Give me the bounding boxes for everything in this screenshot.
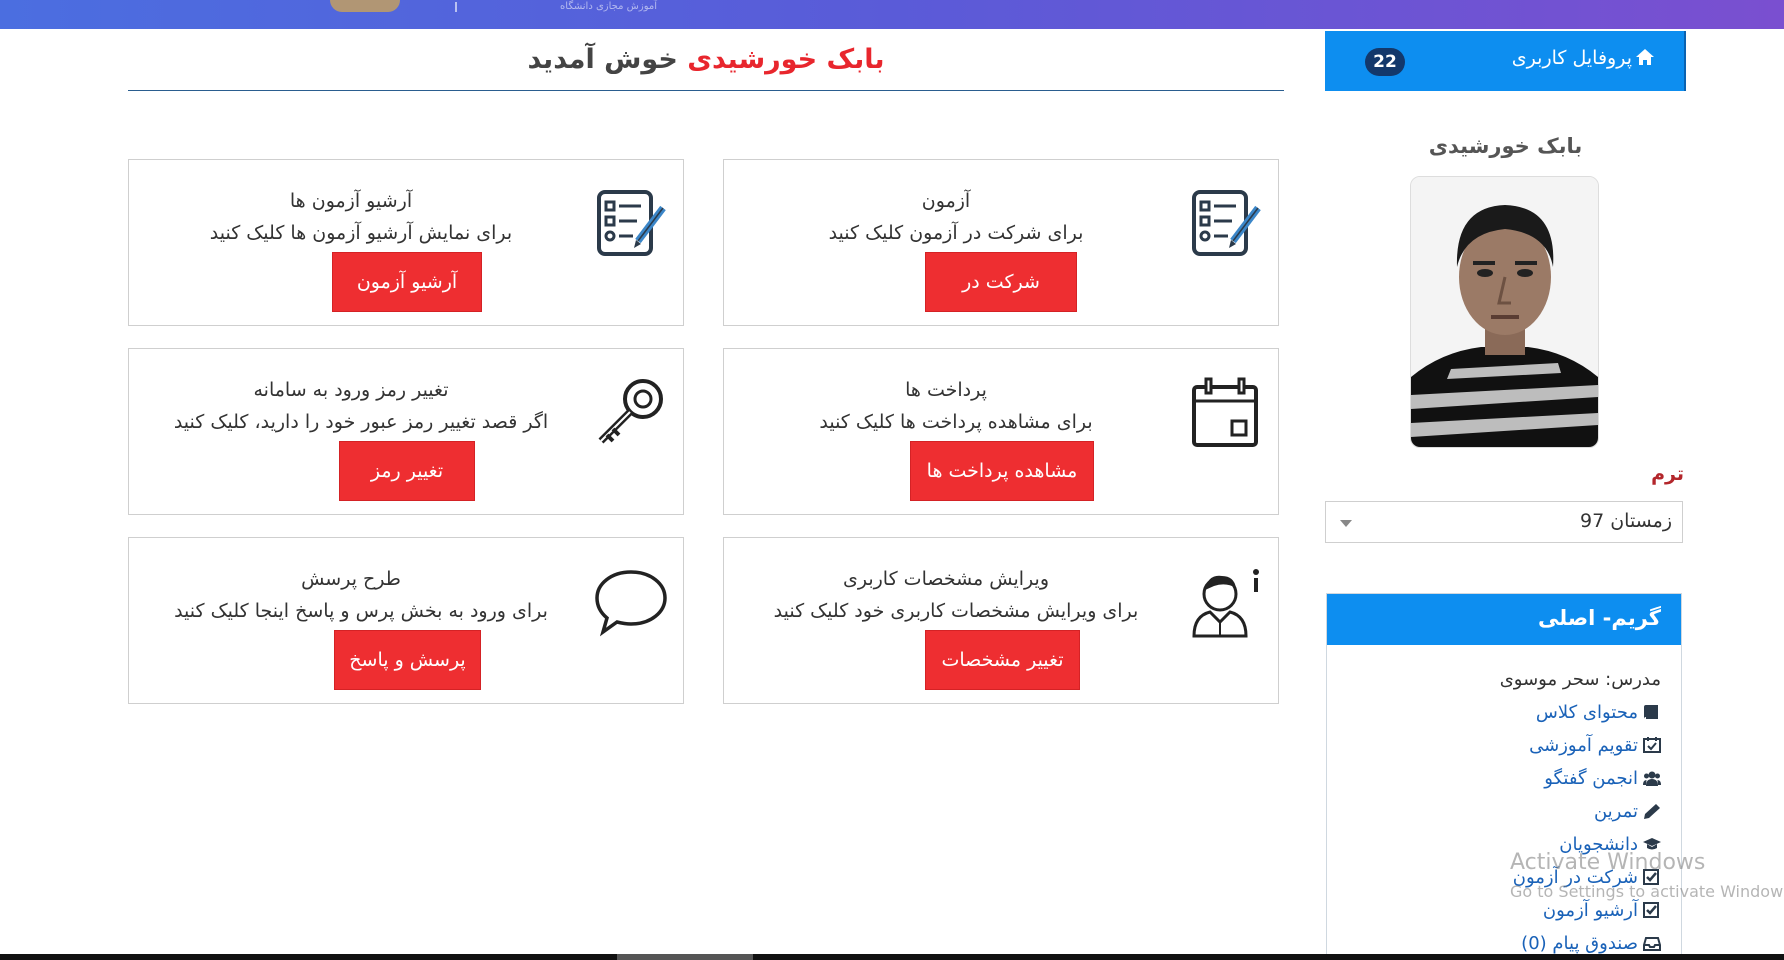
menu-label: آرشیو آزمون [1542, 900, 1638, 921]
edit-profile-card: ویرایش مشخصات کاربری برای ویرایش مشخصات … [723, 537, 1279, 704]
change-password-card-desc: اگر قصد تغییر رمز عبور خود را دارید، کلی… [173, 411, 549, 433]
question-card: طرح پرسش برای ورود به بخش پرس و پاسخ این… [128, 537, 684, 704]
users-icon [1643, 771, 1661, 786]
edit-profile-card-title: ویرایش مشخصات کاربری [842, 568, 1049, 590]
calendar-icon [1192, 377, 1258, 447]
exam-card-desc: برای شرکت در آزمون کلیک کنید [828, 222, 1084, 244]
edit-profile-card-desc: برای ویرایش مشخصات کاربری خود کلیک کنید [773, 600, 1139, 622]
menu-exam-archive[interactable]: آرشیو آزمون [1543, 900, 1661, 921]
speech-bubble-icon [595, 570, 667, 637]
menu-label: انجمن گفتگو [1544, 768, 1638, 789]
question-card-title: طرح پرسش [301, 568, 401, 590]
question-card-desc: برای ورود به بخش پرس و پاسخ اینجا کلیک ک… [174, 600, 548, 622]
chevron-down-icon [1340, 520, 1352, 527]
book-icon [1644, 705, 1658, 719]
welcome-user-name: بابک خورشیدی [687, 44, 885, 75]
taskbar-strip [0, 954, 1784, 960]
exam-archive-card-title: آرشیو آزمون ها [289, 190, 413, 212]
take-exam-button[interactable]: شرکت در آزمون [925, 252, 1077, 351]
payments-card-title: پرداخت ها [905, 379, 987, 401]
user-profile-header[interactable]: پروفایل کاربری 22 [1325, 31, 1686, 91]
key-icon [598, 379, 663, 444]
menu-exercise[interactable]: تمرین [1594, 801, 1661, 822]
welcome-text: خوش آمدید [527, 44, 678, 75]
exam-archive-card-desc: برای نمایش آرشیو آزمون ها کلیک کنید [209, 222, 513, 244]
term-label: ترم [1651, 463, 1684, 485]
user-info-icon [1192, 569, 1259, 638]
group-title: گریم- اصلی [1538, 606, 1661, 630]
menu-label: محتوای کلاس [1535, 702, 1638, 723]
exam-card: آزمون برای شرکت در آزمون کلیک کنید شرکت … [723, 159, 1279, 351]
check-square-icon [1643, 902, 1659, 918]
exam-card-title: آزمون [921, 190, 971, 212]
menu-label: صندوق پیام (0) [1521, 933, 1638, 954]
group-panel: گریم- اصلی مدرس: سحر موسوی محتوای کلاس ت… [1326, 593, 1682, 960]
qa-button[interactable]: پرسش و پاسخ [334, 630, 481, 690]
pencil-icon [1644, 804, 1660, 819]
menu-calendar[interactable]: تقویم آموزشی [1529, 735, 1661, 756]
banner-faded-text: آموزش مجازی دانشگاه [455, 2, 661, 12]
welcome-heading: بابک خورشیدی خوش آمدید [128, 40, 1284, 91]
home-icon [1636, 49, 1654, 65]
payments-card-desc: برای مشاهده پرداخت ها کلیک کنید [819, 411, 1093, 433]
notification-badge: 22 [1365, 48, 1405, 76]
top-banner: آموزش مجازی دانشگاه [0, 0, 1784, 29]
calendar-check-icon [1643, 737, 1661, 753]
activation-watermark-title: Activate Windows [1510, 850, 1706, 875]
sidebar-user-name: بابک خورشیدی [1428, 134, 1583, 158]
menu-label: تمرین [1593, 801, 1638, 822]
taskbar-segment [617, 954, 753, 960]
activation-watermark-subtitle: Go to Settings to activate Windows. [1510, 882, 1784, 901]
term-selected-value: زمستان 97 [1579, 510, 1672, 532]
view-payments-button[interactable]: مشاهده پرداخت ها [910, 441, 1094, 501]
edit-details-button[interactable]: تغییر مشخصات [925, 630, 1080, 690]
teacher-name: مدرس: سحر موسوی [1499, 669, 1661, 690]
avatar [1410, 176, 1599, 448]
avatar-photo [1411, 177, 1598, 447]
menu-inbox[interactable]: صندوق پیام (0) [1521, 933, 1661, 954]
menu-forum[interactable]: انجمن گفتگو [1544, 768, 1661, 789]
group-title-bar: گریم- اصلی [1327, 594, 1681, 645]
payments-card: پرداخت ها برای مشاهده پرداخت ها کلیک کنی… [723, 348, 1279, 515]
change-password-card: تغییر رمز ورود به سامانه اگر قصد تغییر ر… [128, 348, 684, 540]
term-select[interactable]: زمستان 97 [1325, 501, 1683, 543]
checklist-icon [597, 190, 666, 256]
exam-archive-button[interactable]: آرشیو آزمون ها [332, 252, 482, 351]
user-profile-label: پروفایل کاربری [1512, 47, 1654, 69]
change-password-card-title: تغییر رمز ورود به سامانه [253, 379, 449, 401]
exam-archive-card: آرشیو آزمون ها برای نمایش آرشیو آزمون ها… [128, 159, 684, 351]
inbox-icon [1643, 937, 1661, 951]
checklist-icon [1192, 190, 1261, 256]
change-password-button[interactable]: تغییر رمز عبور [339, 441, 475, 540]
menu-label: تقویم آموزشی [1529, 735, 1638, 756]
site-logo [330, 0, 400, 12]
menu-class-content[interactable]: محتوای کلاس [1536, 702, 1661, 723]
